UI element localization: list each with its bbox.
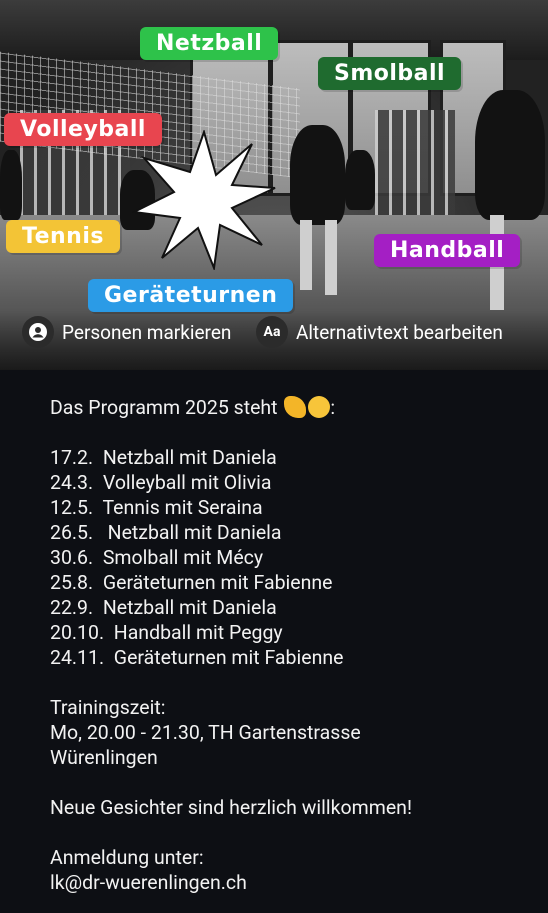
flexed-biceps-icon bbox=[284, 396, 307, 418]
post-photo: Netzball Smolball Volleyball Tennis Hand… bbox=[0, 0, 548, 370]
wall-bars bbox=[375, 110, 455, 225]
schedule-item: 24.11. Geräteturnen mit Fabienne bbox=[50, 646, 344, 669]
tag-netzball: Netzball bbox=[140, 27, 279, 60]
schedule-item: 20.10. Handball mit Peggy bbox=[50, 621, 283, 644]
player bbox=[0, 150, 22, 220]
tag-people-label: Personen markieren bbox=[62, 320, 232, 344]
player bbox=[345, 150, 375, 210]
grinning-face-icon bbox=[308, 396, 331, 418]
schedule-item: 22.9. Netzball mit Daniela bbox=[50, 596, 277, 619]
edit-alt-text-button[interactable]: Aa Alternativtext bearbeiten bbox=[256, 316, 503, 348]
post-heading-text: Das Programm 2025 steht bbox=[50, 396, 278, 419]
post-heading: Das Programm 2025 steht : bbox=[50, 396, 336, 419]
tag-geraeteturnen: Geräteturnen bbox=[88, 279, 294, 312]
tag-smolball: Smolball bbox=[318, 57, 462, 90]
alt-text-icon: Aa bbox=[256, 316, 288, 348]
post-body: Das Programm 2025 steht : 17.2. Netzball… bbox=[50, 395, 520, 895]
training-place: Würenlingen bbox=[50, 746, 158, 769]
schedule-item: 17.2. Netzball mit Daniela bbox=[50, 446, 277, 469]
signup-label: Anmeldung unter: bbox=[50, 846, 204, 869]
training-time: Mo, 20.00 - 21.30, TH Gartenstrasse bbox=[50, 721, 361, 744]
schedule-item: 12.5. Tennis mit Seraina bbox=[50, 496, 263, 519]
tag-volleyball: Volleyball bbox=[4, 113, 162, 146]
schedule-item: 24.3. Volleyball mit Olivia bbox=[50, 471, 272, 494]
welcome-text: Neue Gesichter sind herzlich willkommen! bbox=[50, 796, 412, 819]
tag-people-button[interactable]: Personen markieren bbox=[22, 316, 231, 348]
signup-email-link[interactable]: lk@dr-wuerenlingen.ch bbox=[50, 870, 520, 895]
tag-handball: Handball bbox=[374, 234, 521, 267]
schedule-item: 25.8. Geräteturnen mit Fabienne bbox=[50, 571, 333, 594]
player-leg bbox=[300, 220, 312, 290]
starburst-icon bbox=[132, 130, 276, 270]
schedule-item: 30.6. Smolball mit Mécy bbox=[50, 546, 264, 569]
tag-tennis: Tennis bbox=[6, 220, 120, 253]
edit-alt-text-label: Alternativtext bearbeiten bbox=[296, 320, 503, 344]
person-icon bbox=[22, 316, 54, 348]
player-leg bbox=[325, 220, 337, 295]
player bbox=[290, 125, 345, 225]
schedule-item: 26.5. Netzball mit Daniela bbox=[50, 521, 282, 544]
player bbox=[475, 90, 545, 220]
training-label: Trainingszeit: bbox=[50, 696, 166, 719]
